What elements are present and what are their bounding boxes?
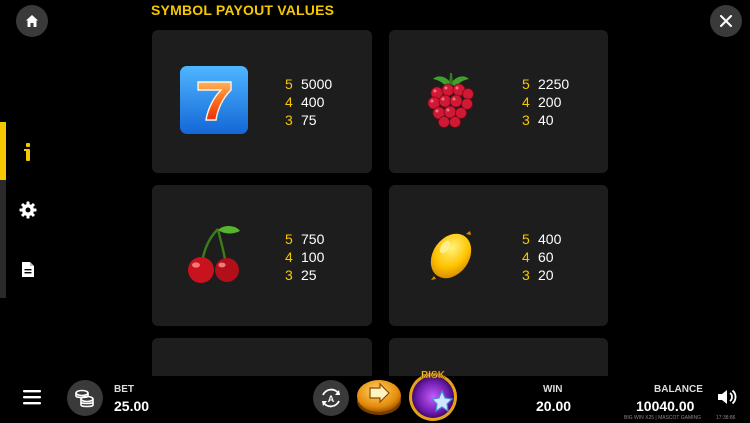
spin-button[interactable] — [355, 371, 403, 419]
symbol-seven — [178, 64, 250, 136]
balance-value: 10040.00 — [636, 398, 695, 414]
sidebar-item-rules[interactable] — [14, 255, 42, 283]
payout-count: 5 — [522, 76, 530, 92]
payout-row: 4 200 — [522, 93, 569, 111]
payout-value: 400 — [538, 231, 562, 247]
payout-value: 25 — [301, 267, 317, 283]
payout-table: 5 400 4 60 3 20 — [522, 230, 561, 284]
risk-label: RISK — [421, 370, 446, 381]
payout-value: 100 — [301, 249, 325, 265]
footer-info: BIG WIN X25 | MASCOT GAMING — [624, 415, 702, 421]
payout-value: 200 — [538, 94, 562, 110]
risk-star-icon: RISK — [409, 370, 457, 421]
hamburger-menu-icon — [23, 390, 41, 405]
symbol-card-seven: 5 5000 4 400 3 75 — [152, 30, 372, 173]
bet-settings-button[interactable] — [67, 380, 103, 416]
balance-label: BALANCE — [654, 384, 703, 395]
payout-count: 5 — [522, 231, 530, 247]
bet-label: BET — [114, 384, 134, 395]
lemon-symbol-icon — [430, 231, 472, 280]
info-icon — [24, 143, 30, 161]
win-value: 20.00 — [536, 398, 572, 414]
payout-value: 2250 — [538, 76, 570, 92]
clock: 17:38:86 — [716, 415, 736, 421]
payout-table: 5 750 4 100 3 25 — [285, 230, 324, 284]
payout-count: 3 — [285, 267, 293, 283]
payout-count: 5 — [285, 76, 293, 92]
home-icon — [26, 15, 38, 27]
symbol-card-lemon: 5 400 4 60 3 20 — [389, 185, 608, 326]
payout-row: 5 2250 — [522, 75, 569, 93]
payout-count: 5 — [285, 231, 293, 247]
home-button[interactable] — [16, 5, 48, 37]
payout-value: 20 — [538, 267, 554, 283]
payout-row: 5 400 — [522, 230, 561, 248]
symbol-raspberry — [415, 64, 487, 136]
bet-value: 25.00 — [114, 398, 150, 414]
gear-icon — [19, 201, 37, 219]
symbol-cherry — [178, 219, 250, 291]
spin-arrow-icon — [357, 380, 401, 415]
payout-row: 4 100 — [285, 248, 324, 266]
payout-row: 3 75 — [285, 111, 332, 129]
symbol-card-cherry: 5 750 4 100 3 25 — [152, 185, 372, 326]
sidebar-item-info[interactable] — [14, 138, 42, 166]
payout-value: 400 — [301, 94, 325, 110]
payout-row: 3 40 — [522, 111, 569, 129]
payout-row: 4 400 — [285, 93, 332, 111]
payout-count: 4 — [285, 249, 293, 265]
payout-count: 4 — [522, 94, 530, 110]
win-label: WIN — [543, 384, 563, 395]
payout-row: 5 750 — [285, 230, 324, 248]
payout-row: 4 60 — [522, 248, 561, 266]
payout-count: 4 — [522, 249, 530, 265]
payout-value: 75 — [301, 112, 317, 128]
coin-stack-icon — [75, 389, 94, 408]
menu-button[interactable] — [20, 387, 44, 407]
speaker-icon — [718, 389, 737, 405]
payout-count: 3 — [285, 112, 293, 128]
cherry-symbol-icon — [188, 225, 240, 283]
sidebar-item-settings[interactable] — [14, 196, 42, 224]
side-nav-active-indicator — [0, 122, 6, 180]
symbol-card-raspberry: 5 2250 4 200 3 40 — [389, 30, 608, 173]
symbol-lemon — [415, 219, 487, 291]
bottom-bar: BET 25.00 A RISK WIN 20.00 BALANCE 10040… — [0, 365, 750, 423]
payout-row: 3 20 — [522, 266, 561, 284]
payout-count: 4 — [285, 94, 293, 110]
payout-row: 5 5000 — [285, 75, 332, 93]
close-icon — [720, 15, 732, 27]
payout-table: 5 5000 4 400 3 75 — [285, 75, 332, 129]
close-button[interactable] — [710, 5, 742, 37]
payout-value: 60 — [538, 249, 554, 265]
payout-value: 5000 — [301, 76, 333, 92]
page-title: SYMBOL PAYOUT VALUES — [151, 2, 335, 18]
seven-symbol-icon — [180, 66, 248, 134]
payout-value: 750 — [301, 231, 325, 247]
payout-count: 3 — [522, 112, 530, 128]
raspberry-symbol-icon — [427, 73, 474, 128]
sound-button[interactable] — [716, 387, 738, 407]
autoplay-letter: A — [328, 394, 335, 404]
autoplay-button[interactable]: A — [313, 380, 349, 416]
payout-count: 3 — [522, 267, 530, 283]
document-icon — [22, 261, 34, 277]
risk-button[interactable]: RISK — [406, 365, 460, 423]
autoplay-icon: A — [322, 388, 340, 408]
payout-table: 5 2250 4 200 3 40 — [522, 75, 569, 129]
payout-value: 40 — [538, 112, 554, 128]
payout-row: 3 25 — [285, 266, 324, 284]
